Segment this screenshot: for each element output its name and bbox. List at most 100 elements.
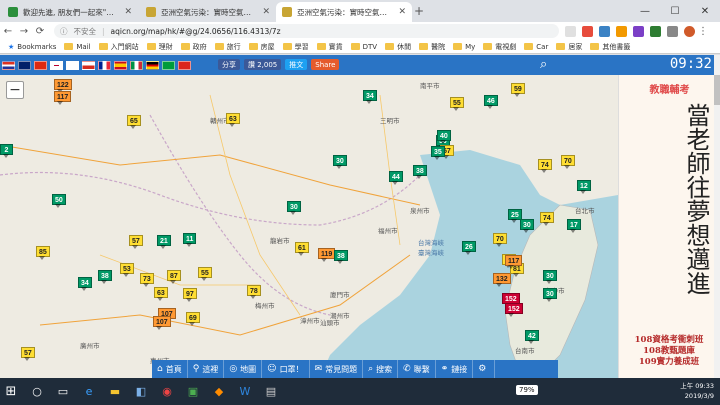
aqi-station-marker[interactable]: 30	[333, 155, 347, 169]
aqi-station-marker[interactable]: 17	[567, 219, 581, 233]
window-close-button[interactable]: ✕	[690, 0, 720, 22]
maximize-button[interactable]: ☐	[660, 0, 690, 22]
aqi-station-marker[interactable]: 69	[186, 312, 200, 326]
bookmark-folder[interactable]: My	[453, 43, 475, 51]
aqi-station-marker[interactable]: 132	[493, 273, 511, 287]
aqi-station-marker[interactable]: 55	[450, 97, 464, 111]
aqi-station-marker[interactable]: 34	[363, 90, 377, 104]
task-view-icon[interactable]: ▭	[52, 381, 74, 403]
advertisement-panel[interactable]: 教職輔考 當老師往夢想邁進 108資格考衝刺班 108教甄題庫 109實力養成班	[618, 75, 720, 378]
aqi-station-marker[interactable]: 70	[493, 233, 507, 247]
avatar[interactable]	[684, 25, 695, 37]
flag-icon[interactable]	[146, 60, 159, 70]
aqi-station-marker[interactable]: 73	[140, 273, 154, 287]
aqi-station-marker[interactable]: 38	[413, 165, 427, 179]
aqi-station-marker[interactable]: 74	[540, 212, 554, 226]
chrome-icon[interactable]: ◉	[156, 381, 178, 403]
aqi-station-marker[interactable]: 44	[389, 171, 403, 185]
nav-mask-button[interactable]: ☺ 口罩！	[262, 360, 310, 378]
bookmark-folder[interactable]: 休閒	[385, 42, 411, 52]
aqi-station-marker[interactable]: 21	[157, 235, 171, 249]
aqi-map[interactable]: 福州市廈門市泉州市漳州市梅州市汕頭市廣州市台北市台中市台南市贛州市三明市南平市龍…	[0, 55, 618, 378]
aqi-station-marker[interactable]: 117	[505, 255, 523, 269]
not-secure-icon[interactable]: ⓘ	[60, 26, 68, 37]
bookmark-star-icon[interactable]	[565, 25, 576, 37]
aqi-station-marker[interactable]: 12	[577, 180, 591, 194]
aqi-station-marker[interactable]: 53	[120, 263, 134, 277]
bookmark-folder[interactable]: 房屋	[248, 42, 275, 52]
bookmark-folder[interactable]: 學習	[282, 42, 309, 52]
aqi-station-marker[interactable]: 59	[511, 83, 525, 97]
nav-search-button[interactable]: ⌕ 搜索	[363, 360, 399, 378]
aqi-station-marker[interactable]: 87	[167, 270, 181, 284]
aqi-station-marker[interactable]: 26	[462, 241, 476, 255]
aqi-station-marker[interactable]: 35	[431, 146, 445, 160]
aqi-station-marker[interactable]: 55	[198, 267, 212, 281]
aqi-station-marker[interactable]: 40	[437, 130, 451, 144]
scroll-thumb[interactable]	[714, 75, 720, 105]
app-icon[interactable]: ▤	[260, 381, 282, 403]
flag-icon[interactable]	[18, 60, 31, 70]
url-field[interactable]: ⓘ 不安全 | aqicn.org/map/hk/#@g/24.0656/116…	[54, 24, 559, 38]
bookmark-folder[interactable]: 電視劇	[483, 42, 516, 52]
share-button[interactable]: Share	[311, 59, 340, 70]
aqi-station-marker[interactable]: 122	[54, 79, 72, 93]
search-icon[interactable]: ⌕	[540, 57, 547, 72]
aqi-station-marker[interactable]: 70	[561, 155, 575, 169]
windows-start-icon[interactable]: ⊞	[0, 381, 22, 403]
bookmark-folder[interactable]: 實貨	[316, 42, 343, 52]
menu-icon[interactable]: ⋮	[695, 26, 711, 37]
bookmarks-star[interactable]: ★ Bookmarks	[8, 43, 56, 51]
bookmark-folder[interactable]: 政府	[180, 42, 207, 52]
nav-faq-button[interactable]: ✉ 常見問題	[310, 360, 364, 378]
aqi-station-marker[interactable]: 63	[226, 113, 240, 127]
flag-icon[interactable]	[162, 60, 175, 70]
flag-icon[interactable]	[114, 60, 127, 70]
aqi-station-marker[interactable]: 152	[505, 303, 523, 317]
nav-settings-button[interactable]: ⚙	[473, 360, 496, 378]
edge-icon[interactable]: e	[78, 381, 100, 403]
app-icon[interactable]: ◆	[208, 381, 230, 403]
bookmark-folder[interactable]: 旅行	[214, 42, 241, 52]
aqi-station-marker[interactable]: 11	[183, 233, 197, 247]
word-icon[interactable]: W	[234, 381, 256, 403]
flag-icon[interactable]	[98, 60, 111, 70]
aqi-station-marker[interactable]: 74	[538, 159, 552, 173]
aqi-station-marker[interactable]: 30	[287, 201, 301, 215]
aqi-station-marker[interactable]: 30	[543, 288, 557, 302]
aqi-station-marker[interactable]: 97	[183, 288, 197, 302]
aqi-station-marker[interactable]: 42	[525, 330, 539, 344]
extension-icon[interactable]	[667, 25, 678, 37]
flag-icon[interactable]	[50, 60, 63, 70]
nav-link-button[interactable]: ⚭ 鏈接	[436, 360, 474, 378]
new-tab-button[interactable]: +	[414, 4, 424, 18]
aqi-station-marker[interactable]: 78	[247, 285, 261, 299]
tab-1[interactable]: 歡迎先進, 朋友們一起來"找到分享 ✕	[2, 2, 138, 22]
bookmark-folder[interactable]: 其他書籤	[590, 42, 630, 52]
aqi-station-marker[interactable]: 119	[318, 248, 336, 262]
aqi-station-marker[interactable]: 34	[78, 277, 92, 291]
flag-icon[interactable]	[2, 60, 15, 70]
bookmark-folder[interactable]: Mail	[64, 43, 91, 51]
system-clock[interactable]: 上午 09:33 2019/3/9	[680, 381, 714, 401]
reload-icon[interactable]: ⟳	[32, 26, 48, 37]
aqi-station-marker[interactable]: 85	[36, 246, 50, 260]
store-icon[interactable]: ◧	[130, 381, 152, 403]
aqi-station-marker[interactable]: 46	[484, 95, 498, 109]
file-explorer-icon[interactable]: ▬	[104, 381, 126, 403]
aqi-station-marker[interactable]: 57	[21, 347, 35, 361]
extension-icon[interactable]	[582, 25, 593, 37]
nav-location-button[interactable]: ⚲ 這裡	[188, 360, 225, 378]
flag-icon[interactable]	[178, 60, 191, 70]
zoom-out-button[interactable]: −	[6, 81, 24, 99]
tab-3-active[interactable]: 亞洲空氣污染：實時空氣質量指數 ✕	[276, 2, 412, 22]
close-icon[interactable]: ✕	[398, 7, 406, 17]
aqi-station-marker[interactable]: 2	[0, 144, 13, 158]
bookmark-folder[interactable]: 醫院	[419, 42, 445, 52]
facebook-share-button[interactable]: 分享	[218, 59, 240, 70]
close-icon[interactable]: ✕	[124, 7, 132, 17]
minimize-button[interactable]: —	[630, 0, 660, 22]
bookmark-folder[interactable]: 居家	[556, 42, 582, 52]
tweet-button[interactable]: 推文	[285, 59, 308, 70]
battery-indicator[interactable]: 79%	[516, 385, 538, 395]
